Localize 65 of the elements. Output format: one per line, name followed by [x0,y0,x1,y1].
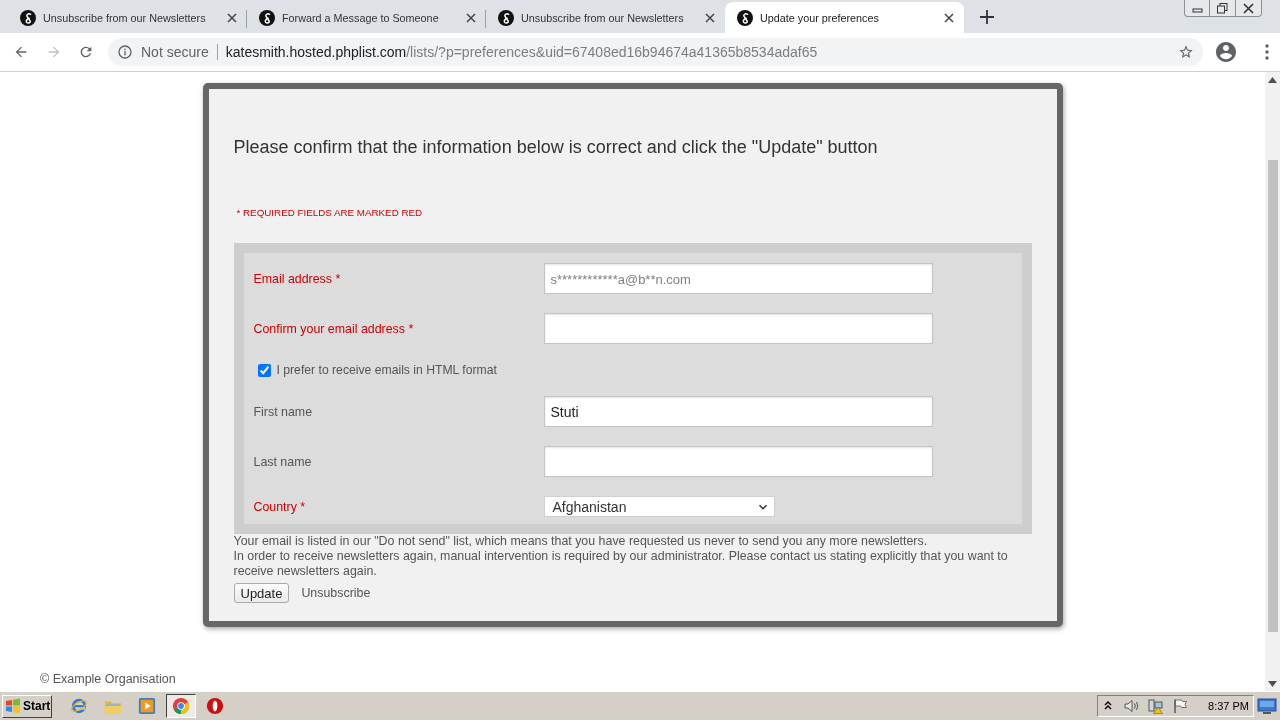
field-label: Country * [253,499,307,514]
account-icon[interactable] [1216,42,1236,62]
tricolor-circle-icon [172,697,190,715]
monitor-icon[interactable] [1257,697,1277,715]
field-label: Last name [253,454,313,469]
close-icon[interactable] [944,12,954,23]
back-arrow-icon[interactable] [13,44,29,60]
country-select[interactable]: Afghanistan [543,496,775,517]
address-bar[interactable]: Not secure katesmith.hosted.phplist.com/lists/?p=preferences&uid=67408ed16b94674a41365b8534adaf65 [108,38,1203,66]
clock-text: 8:37 PM [1208,700,1249,712]
oval-logo-icon [206,697,224,715]
reload-icon[interactable] [78,44,94,60]
star-icon[interactable] [1178,44,1194,60]
update-button[interactable]: Update [233,583,290,603]
network-warning-icon[interactable] [1148,698,1165,714]
field-label: Confirm your email address * [253,321,415,336]
notice-text: In order to receive newsletters again, manual intervention is required by our administrator. Please contact us stating explicitly that you want to receive newsletters again. [233,549,1009,579]
url-text: katesmith.hosted.phplist.com/lists/?p=preferences&uid=67408ed16b94674a41365b8534adaf65 [225,44,818,60]
logo-icon [737,9,753,26]
logo-icon [20,9,36,26]
required-note: * REQUIRED FIELDS ARE MARKED RED [235,207,424,219]
tab-title: Forward a Message to Someone [282,11,440,24]
scroll-down-icon[interactable] [1268,681,1277,687]
windows-flag-icon [5,698,21,714]
restore-icon [1217,2,1228,14]
input-field[interactable]: Stuti [543,396,933,427]
plus-icon[interactable] [980,10,994,24]
close-icon[interactable] [705,12,715,23]
page-heading: Please confirm that the information below is correct and click the "Update" button [233,137,879,158]
logo-icon [498,9,514,26]
restore-button[interactable] [1210,0,1236,17]
speaker-icon[interactable] [1124,698,1141,714]
input-field[interactable]: s************a@b**n.com [543,263,933,294]
scroll-up-icon[interactable] [1268,77,1277,83]
close-icon[interactable] [466,12,476,23]
field-label: First name [253,404,314,419]
browser-tab[interactable]: Update your preferences [725,2,964,33]
start-button[interactable]: Start [2,694,52,718]
e-globe-icon [70,697,88,715]
checkbox-label: I prefer to receive emails in HTML format [276,363,497,377]
play-icon [138,697,156,715]
menu-icon[interactable] [1265,44,1269,60]
unsubscribe-link[interactable]: Unsubscribe [301,585,371,601]
info-icon[interactable] [117,44,133,60]
checkbox[interactable] [257,363,271,377]
tab-title: Unsubscribe from our Newsletters [521,11,685,24]
taskbar-app-button[interactable] [166,694,196,718]
input-field[interactable] [543,313,933,344]
close-icon[interactable] [227,12,237,23]
tab-title: Unsubscribe from our Newsletters [43,11,207,24]
flag-icon[interactable] [1172,698,1189,714]
browser-tab[interactable]: Unsubscribe from our Newsletters [486,2,725,33]
scrollbar-track[interactable] [1265,72,1280,691]
browser-tab[interactable]: Forward a Message to Someone [247,2,486,33]
input-field[interactable] [543,446,933,477]
field-label: Email address * [253,271,342,286]
scrollbar-thumb[interactable] [1267,160,1278,632]
footer-text: © Example Organisation [40,672,176,687]
notice-text: Your email is listed in our "Do not send" list, which means that you have requested us never to send you any more newsletters. [233,534,929,549]
close-icon [1243,2,1254,14]
security-label: Not secure [141,44,209,60]
logo-icon [259,9,275,26]
tab-title: Update your preferences [760,11,880,24]
browser-tab[interactable]: Unsubscribe from our Newsletters [8,2,247,33]
close-button[interactable] [1236,0,1262,17]
